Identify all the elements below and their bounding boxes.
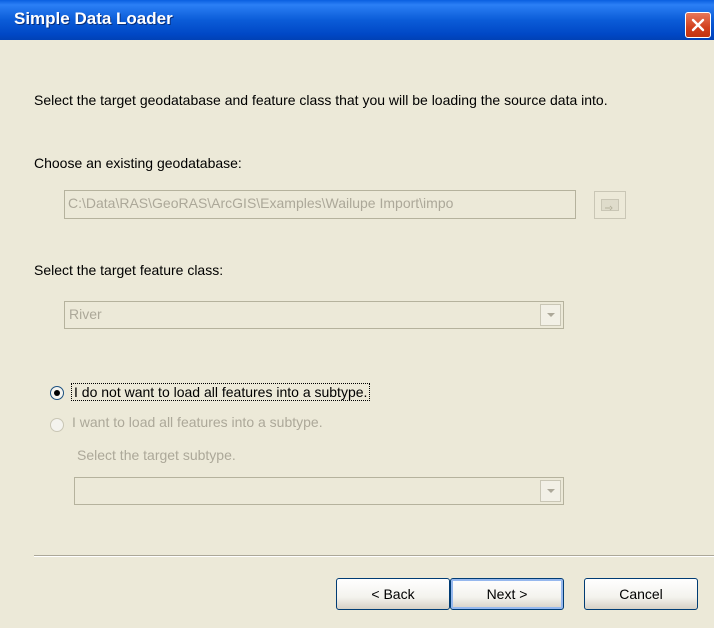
radio-load-subtype[interactable] — [50, 418, 64, 432]
window-title: Simple Data Loader — [14, 9, 173, 28]
close-icon — [691, 18, 705, 32]
feature-class-dropdown-arrow[interactable] — [540, 304, 561, 326]
radio-selected-dot — [54, 390, 60, 396]
divider — [34, 555, 714, 557]
radio-load-subtype-label[interactable]: I want to load all features into a subty… — [72, 414, 323, 430]
geodatabase-path-field[interactable]: C:\Data\RAS\GeoRAS\ArcGIS\Examples\Wailu… — [64, 190, 576, 219]
intro-text: Select the target geodatabase and featur… — [34, 92, 608, 108]
feature-class-label: Select the target feature class: — [34, 262, 224, 278]
title-bar[interactable]: Simple Data Loader — [0, 0, 714, 40]
browse-folder-icon — [601, 199, 619, 211]
next-button[interactable]: Next > — [450, 578, 564, 610]
radio-no-subtype-label[interactable]: I do not want to load all features into … — [71, 383, 371, 401]
close-button[interactable] — [685, 12, 711, 38]
target-subtype-dropdown-arrow[interactable] — [540, 480, 561, 502]
target-subtype-label: Select the target subtype. — [77, 447, 236, 463]
dialog-window: Simple Data Loader Select the target geo… — [0, 0, 714, 628]
feature-class-dropdown[interactable]: River — [64, 301, 564, 329]
target-subtype-dropdown[interactable] — [74, 477, 564, 505]
geodatabase-label: Choose an existing geodatabase: — [34, 155, 242, 171]
chevron-down-icon — [547, 489, 555, 493]
browse-button[interactable] — [594, 191, 626, 219]
cancel-button[interactable]: Cancel — [584, 578, 698, 610]
radio-no-subtype[interactable] — [50, 386, 64, 400]
back-button[interactable]: < Back — [336, 578, 450, 610]
feature-class-value: River — [69, 306, 102, 322]
chevron-down-icon — [547, 313, 555, 317]
